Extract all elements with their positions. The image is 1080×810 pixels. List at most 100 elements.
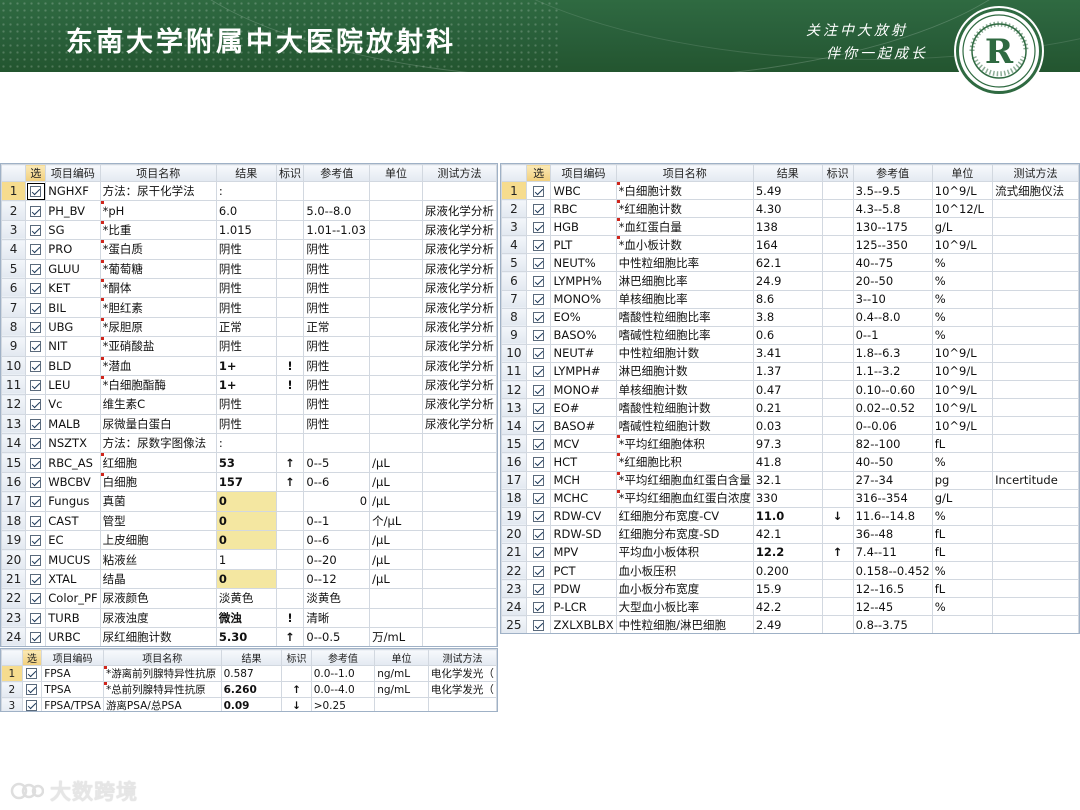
table-row[interactable]: 20 RDW-SD 红细胞分布宽度-SD 42.1 36--48 fL — [501, 524, 1079, 544]
select-checkbox-cell[interactable] — [525, 488, 552, 508]
select-checkbox-cell[interactable] — [25, 374, 47, 396]
column-header[interactable]: 测试方法 — [992, 164, 1079, 182]
select-checkbox-cell[interactable] — [525, 416, 552, 436]
checkbox-checked-icon[interactable] — [533, 185, 545, 197]
select-checkbox-cell[interactable] — [25, 180, 47, 202]
table-row[interactable]: 2 TPSA *总前列腺特异性抗原 6.260 ↑ 0.0--4.0 ng/mL 电化学发光（ — [1, 681, 497, 698]
select-checkbox-cell[interactable] — [525, 325, 552, 345]
select-checkbox-cell[interactable] — [25, 549, 47, 570]
select-checkbox-cell[interactable] — [525, 271, 552, 291]
checkbox-checked-icon[interactable] — [30, 535, 42, 547]
table-row[interactable]: 2 RBC *红细胞计数 4.30 4.3--5.8 10^12/L — [501, 199, 1079, 219]
checkbox-checked-icon[interactable] — [533, 565, 545, 577]
checkbox-checked-icon[interactable] — [26, 684, 38, 695]
select-checkbox-cell[interactable] — [25, 316, 47, 338]
select-checkbox-cell[interactable] — [525, 470, 552, 490]
table-row[interactable]: 1 NGHXF 方法：尿干化学法: — [1, 180, 497, 202]
table-row[interactable]: 6 KET *酮体 阴性 阴性 尿液化学分析 — [1, 277, 497, 299]
checkbox-checked-icon[interactable] — [533, 493, 545, 505]
select-checkbox-cell[interactable] — [525, 434, 552, 454]
select-checkbox-cell[interactable] — [25, 219, 47, 241]
checkbox-checked-icon[interactable] — [30, 341, 42, 353]
checkbox-checked-icon[interactable] — [30, 418, 42, 430]
checkbox-checked-icon[interactable] — [30, 612, 42, 624]
checkbox-checked-icon[interactable] — [30, 496, 42, 508]
checkbox-checked-icon[interactable] — [533, 348, 545, 360]
checkbox-checked-icon[interactable] — [533, 402, 545, 414]
select-checkbox-cell[interactable] — [25, 413, 47, 435]
checkbox-checked-icon[interactable] — [30, 205, 42, 217]
select-checkbox-cell[interactable] — [25, 258, 47, 279]
table-row[interactable]: 25 ZXLXBLBX 中性粒细胞/淋巴细胞 2.49 0.8--3.75 — [501, 615, 1079, 633]
table-row[interactable]: 21 XTAL 结晶 0 0--12/μL — [1, 568, 497, 590]
table-row[interactable]: 7 MONO% 单核细胞比率 8.6 3--10% — [501, 289, 1079, 309]
select-checkbox-cell[interactable] — [25, 607, 47, 628]
checkbox-checked-icon[interactable] — [26, 668, 38, 679]
checkbox-checked-icon[interactable] — [533, 547, 545, 559]
table-row[interactable]: 22 Color_PF 尿液颜色 淡黄色 淡黄色 — [1, 588, 497, 609]
checkbox-checked-icon[interactable] — [533, 276, 545, 288]
select-checkbox-cell[interactable] — [25, 530, 47, 551]
column-header[interactable]: 项目名称 — [615, 164, 754, 182]
column-header[interactable]: 参考值 — [303, 164, 371, 182]
column-header[interactable]: 单位 — [369, 164, 423, 182]
column-header[interactable]: 参考值 — [310, 649, 376, 666]
select-checkbox-cell[interactable] — [25, 200, 47, 221]
select-checkbox-cell[interactable] — [25, 510, 47, 532]
table-row[interactable]: 3 SG *比重 1.015 1.01--1.03 尿液化学分析 — [1, 219, 497, 241]
select-checkbox-cell[interactable] — [25, 336, 47, 357]
checkbox-checked-icon[interactable] — [533, 583, 545, 595]
table-row[interactable]: 12 Vc 维生素C 阴性 阴性 尿液化学分析 — [1, 394, 497, 415]
select-checkbox-cell[interactable] — [25, 239, 47, 260]
select-checkbox-cell[interactable] — [525, 560, 552, 581]
checkbox-checked-icon[interactable] — [30, 632, 42, 644]
table-row[interactable]: 24 P-LCR 大型血小板比率 42.2 12--45% — [501, 597, 1079, 617]
select-checkbox-cell[interactable] — [21, 681, 43, 698]
checkbox-checked-icon[interactable] — [533, 203, 545, 215]
select-checkbox-cell[interactable] — [525, 398, 552, 418]
checkbox-checked-icon[interactable] — [30, 283, 42, 295]
select-checkbox-cell[interactable] — [21, 665, 43, 682]
table-row[interactable]: 1 FPSA *游离前列腺特异性抗原 0.587 0.0--1.0 ng/mL 电化学发光（ — [1, 665, 497, 682]
checkbox-checked-icon[interactable] — [533, 601, 545, 613]
checkbox-checked-icon[interactable] — [533, 312, 545, 324]
select-checkbox-cell[interactable] — [25, 471, 47, 493]
select-checkbox-cell[interactable] — [525, 452, 552, 472]
table-row[interactable]: 19 RDW-CV 红细胞分布宽度-CV 11.0 ↓ 11.6--14.8% — [501, 506, 1079, 526]
checkbox-checked-icon[interactable] — [30, 302, 42, 314]
table-row[interactable]: 7 BIL *胆红素 阴性 阴性 尿液化学分析 — [1, 297, 497, 318]
checkbox-checked-icon[interactable] — [30, 380, 42, 392]
table-row[interactable]: 6 LYMPH% 淋巴细胞比率 24.9 20--50% — [501, 271, 1079, 291]
select-checkbox-cell[interactable] — [25, 588, 47, 609]
select-checkbox-cell[interactable] — [25, 355, 47, 376]
select-checkbox-cell[interactable] — [525, 307, 552, 327]
table-row[interactable]: 11 LEU *白细胞酯酶 1+! 阴性 尿液化学分析 — [1, 374, 497, 396]
column-header[interactable]: 结果 — [752, 164, 823, 182]
table-row[interactable]: 18 CAST 管型 0 0--1 个/μL — [1, 510, 497, 532]
table-row[interactable]: 15 RBC_AS 红细胞 53 ↑ 0--5/μL — [1, 452, 497, 473]
checkbox-checked-icon[interactable] — [533, 475, 545, 487]
checkbox-checked-icon[interactable] — [30, 457, 42, 469]
checkbox-checked-icon[interactable] — [30, 186, 42, 198]
checkbox-checked-icon[interactable] — [26, 700, 38, 711]
select-checkbox-cell[interactable] — [525, 615, 552, 633]
checkbox-checked-icon[interactable] — [30, 515, 42, 527]
table-row[interactable]: 8 UBG *尿胆原 正常 正常 尿液化学分析 — [1, 316, 497, 338]
column-header[interactable]: 项目名称 — [102, 649, 222, 666]
table-row[interactable]: 9 BASO% 嗜碱性粒细胞比率 0.6 0--1% — [501, 325, 1079, 345]
column-header[interactable]: 参考值 — [852, 164, 933, 182]
select-checkbox-cell[interactable] — [25, 568, 47, 590]
select-checkbox-cell[interactable] — [525, 361, 552, 382]
column-header[interactable]: 标识 — [821, 164, 854, 182]
select-checkbox-cell[interactable] — [525, 579, 552, 599]
select-checkbox-cell[interactable] — [525, 380, 552, 400]
table-row[interactable]: 4 PLT *血小板计数 164 125--350 10^9/L — [501, 235, 1079, 255]
table-row[interactable]: 5 GLUU *葡萄糖 阴性 阴性 尿液化学分析 — [1, 258, 497, 279]
checkbox-checked-icon[interactable] — [533, 366, 545, 378]
table-row[interactable]: 16 WBCBV 白细胞 157 ↑ 0--6/μL — [1, 471, 497, 493]
table-row[interactable]: 2 PH_BV *pH 6.0 5.0--8.0 尿液化学分析 — [1, 200, 497, 221]
column-header[interactable]: 测试方法 — [427, 649, 497, 666]
table-row[interactable]: 11 LYMPH# 淋巴细胞计数 1.37 1.1--3.2 10^9/L — [501, 361, 1079, 382]
table-row[interactable]: 16 HCT *红细胞比积 41.8 40--50% — [501, 452, 1079, 472]
select-checkbox-cell[interactable] — [25, 626, 47, 646]
